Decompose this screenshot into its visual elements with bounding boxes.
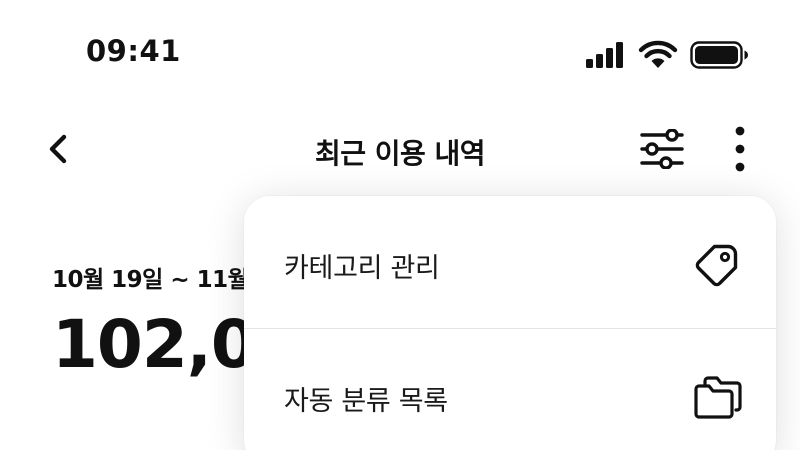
more-button[interactable] (718, 121, 762, 177)
cellular-signal-icon (586, 42, 623, 68)
more-vertical-icon (735, 126, 745, 172)
battery-icon (690, 41, 748, 69)
menu-item-category-management[interactable]: 카테고리 관리 (244, 196, 776, 328)
wifi-icon (638, 40, 678, 68)
navigation-bar: 최근 이용 내역 (0, 115, 800, 185)
filter-button[interactable] (633, 123, 691, 175)
status-icons (582, 38, 752, 72)
more-options-menu: 카테고리 관리 자동 분류 목록 (244, 196, 776, 450)
sliders-icon (640, 129, 684, 169)
menu-item-auto-classification-list[interactable]: 자동 분류 목록 (244, 329, 776, 450)
status-time: 09:41 (86, 34, 181, 68)
menu-item-label: 자동 분류 목록 (284, 386, 448, 417)
tag-icon (692, 240, 744, 288)
folders-icon (692, 373, 744, 421)
status-bar: 09:41 (0, 0, 800, 100)
menu-item-label: 카테고리 관리 (284, 253, 440, 284)
